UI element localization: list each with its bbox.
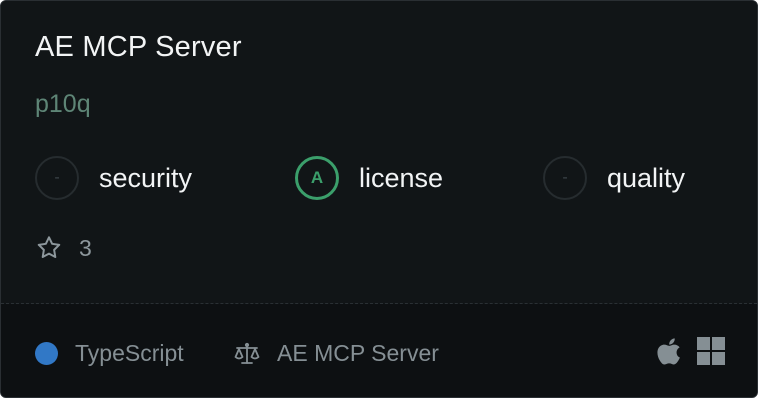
license-grade-badge: A bbox=[295, 156, 339, 200]
quality-score[interactable]: - quality bbox=[543, 154, 685, 202]
language-color-dot bbox=[35, 342, 58, 365]
language-name: TypeScript bbox=[75, 340, 184, 366]
star-count-value: 3 bbox=[79, 234, 92, 261]
quality-grade-badge: - bbox=[543, 156, 587, 200]
license-score[interactable]: A license bbox=[295, 154, 443, 202]
security-grade-badge: - bbox=[35, 156, 79, 200]
star-outline-icon bbox=[37, 236, 61, 258]
platform-icons bbox=[657, 336, 725, 366]
security-score[interactable]: - security bbox=[35, 154, 192, 202]
security-label: security bbox=[99, 162, 193, 193]
apple-icon bbox=[657, 338, 680, 365]
card-footer: TypeScript AE MCP Server bbox=[1, 304, 757, 397]
license-label: license bbox=[359, 162, 444, 193]
language-tag: TypeScript bbox=[35, 340, 184, 367]
server-card[interactable]: AE MCP Server p10q - security A license … bbox=[0, 0, 758, 398]
scale-icon bbox=[234, 342, 260, 364]
quality-label: quality bbox=[607, 162, 686, 193]
server-title[interactable]: AE MCP Server bbox=[35, 31, 242, 64]
server-author[interactable]: p10q bbox=[35, 90, 91, 119]
windows-icon bbox=[697, 337, 725, 365]
star-count[interactable]: 3 bbox=[35, 234, 92, 262]
license-name: AE MCP Server bbox=[277, 340, 439, 366]
license-tag: AE MCP Server bbox=[233, 340, 439, 367]
card-body: AE MCP Server p10q - security A license … bbox=[1, 1, 757, 303]
